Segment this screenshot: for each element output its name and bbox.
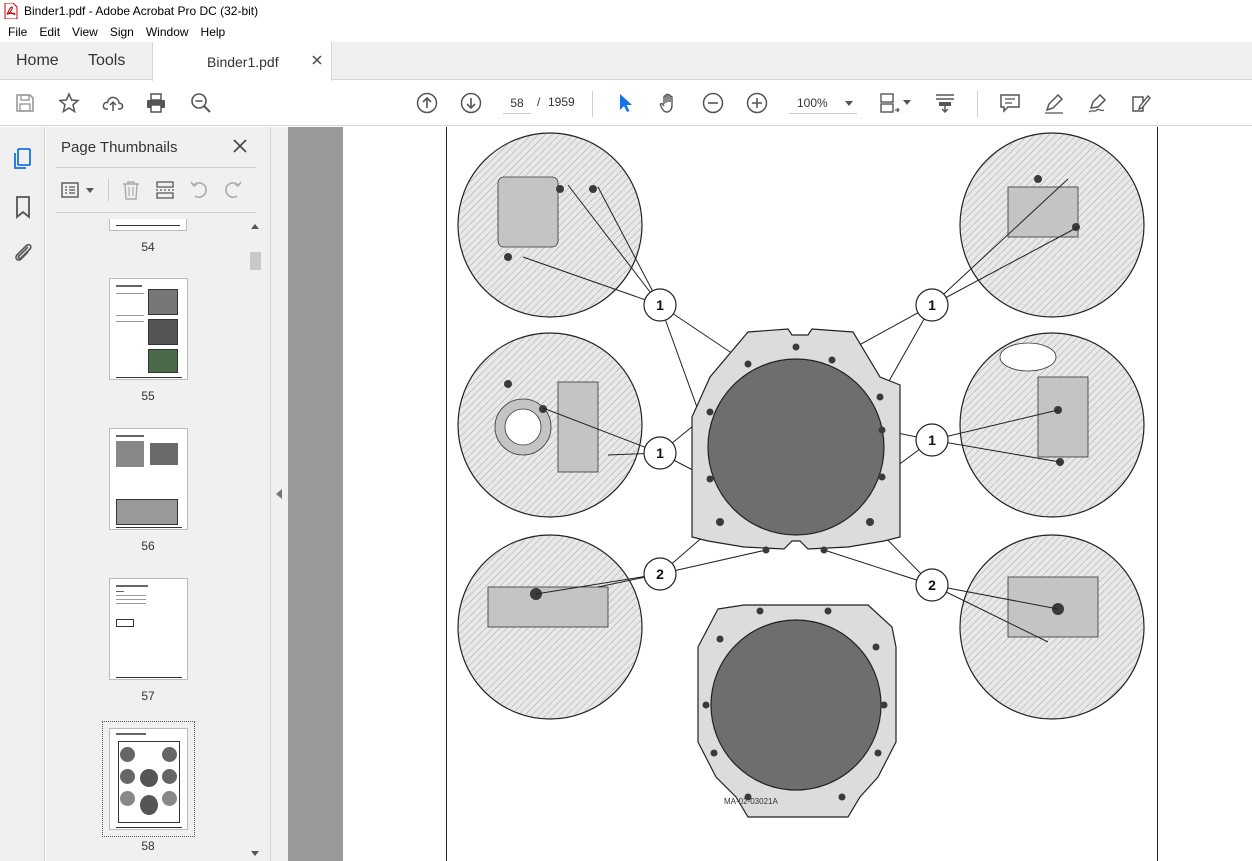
lower-bore-disc bbox=[710, 619, 882, 791]
panel-divider bbox=[56, 212, 256, 213]
sign-pen-icon[interactable] bbox=[1086, 91, 1110, 115]
tab-tools[interactable]: Tools bbox=[88, 42, 125, 80]
zoom-out-icon[interactable] bbox=[701, 91, 725, 115]
bore-disc bbox=[707, 358, 885, 536]
select-cursor-icon[interactable] bbox=[613, 91, 637, 115]
menu-file[interactable]: File bbox=[2, 25, 33, 39]
menu-view[interactable]: View bbox=[66, 25, 104, 39]
window-title: Binder1.pdf - Adobe Acrobat Pro DC (32-b… bbox=[24, 4, 259, 18]
page-thumbnails-icon[interactable] bbox=[11, 147, 35, 171]
close-tab-icon[interactable] bbox=[311, 54, 323, 66]
thumbnail-page-56[interactable] bbox=[109, 428, 188, 530]
chevron-down-icon[interactable] bbox=[903, 100, 911, 105]
previous-page-icon[interactable] bbox=[415, 91, 439, 115]
document-view[interactable]: 1 1 1 1 2 2 MA-02-03021A bbox=[288, 127, 1252, 861]
engine-figure: 1 1 1 1 2 2 MA-02-03021A bbox=[448, 127, 1156, 861]
thumbnail-page-58[interactable] bbox=[109, 728, 188, 830]
toolbar-divider bbox=[592, 91, 593, 117]
thumbnail-page-54[interactable] bbox=[109, 219, 187, 231]
tab-home[interactable]: Home bbox=[16, 42, 59, 80]
thumbnail-options-icon[interactable] bbox=[60, 179, 82, 201]
collapse-panel-icon[interactable] bbox=[276, 489, 282, 499]
insert-page-icon[interactable] bbox=[154, 179, 176, 201]
menu-sign[interactable]: Sign bbox=[104, 25, 140, 39]
page-border-left bbox=[446, 127, 447, 861]
total-pages: 1959 bbox=[548, 95, 575, 109]
page-thumbnails-panel: Page Thumbnails 54 55 56 57 58 bbox=[46, 127, 270, 861]
zoom-in-icon[interactable] bbox=[745, 91, 769, 115]
close-icon[interactable] bbox=[232, 138, 248, 154]
zoom-level-value: 100% bbox=[797, 96, 828, 110]
thumbnail-page-57[interactable] bbox=[109, 578, 188, 680]
thumbnail-label: 56 bbox=[141, 539, 155, 553]
exploded-diagram: 1 1 1 1 2 2 bbox=[457, 132, 1145, 818]
bookmark-star-icon[interactable] bbox=[57, 91, 81, 115]
tab-bar: Home Tools Binder1.pdf bbox=[0, 42, 1252, 81]
left-navigation-rail bbox=[0, 127, 45, 861]
menu-edit[interactable]: Edit bbox=[33, 25, 66, 39]
page-number-input[interactable]: 58 bbox=[503, 92, 531, 114]
fit-page-icon[interactable] bbox=[877, 91, 901, 115]
thumbnail-scrollbar[interactable] bbox=[247, 220, 263, 860]
rotate-counterclockwise-icon[interactable] bbox=[188, 179, 210, 201]
rotate-clockwise-icon[interactable] bbox=[222, 179, 244, 201]
callout-label: 2 bbox=[928, 577, 936, 593]
scroll-thumb[interactable] bbox=[250, 252, 261, 270]
thumbnail-label: 57 bbox=[141, 689, 155, 703]
thumbnail-label: 55 bbox=[141, 389, 155, 403]
page-separator: / bbox=[537, 95, 541, 109]
figure-code: MA-02-03021A bbox=[724, 797, 778, 806]
panel-tool-divider bbox=[108, 179, 109, 201]
previous-page-margin bbox=[343, 127, 446, 861]
save-icon[interactable] bbox=[13, 91, 37, 115]
menu-bar: File Edit View Sign Window Help bbox=[0, 22, 1252, 42]
tab-document[interactable]: Binder1.pdf bbox=[152, 42, 332, 81]
scroll-down-icon[interactable] bbox=[251, 851, 259, 856]
edit-document-icon[interactable] bbox=[1129, 91, 1153, 115]
panel-title: Page Thumbnails bbox=[61, 139, 178, 156]
thumbnail-label: 54 bbox=[141, 240, 155, 254]
bookmarks-icon[interactable] bbox=[11, 195, 35, 219]
hand-tool-icon[interactable] bbox=[657, 91, 681, 115]
title-bar: Binder1.pdf - Adobe Acrobat Pro DC (32-b… bbox=[0, 0, 1252, 22]
print-icon[interactable] bbox=[144, 91, 168, 115]
zoom-search-icon[interactable] bbox=[189, 91, 213, 115]
thumbnail-label: 58 bbox=[141, 839, 155, 853]
toolbar: 58 / 1959 100% bbox=[0, 81, 1252, 126]
callout-label: 1 bbox=[928, 297, 936, 313]
panel-divider bbox=[56, 167, 256, 168]
page-border-right bbox=[1157, 127, 1158, 861]
scroll-mode-icon[interactable] bbox=[933, 91, 957, 115]
viewer-background bbox=[288, 127, 343, 861]
scroll-up-icon[interactable] bbox=[251, 224, 259, 229]
callout-label: 1 bbox=[656, 445, 664, 461]
attachments-paperclip-icon[interactable] bbox=[11, 240, 35, 264]
callout-label: 1 bbox=[656, 297, 664, 313]
callout-label: 2 bbox=[656, 566, 664, 582]
highlight-pen-icon[interactable] bbox=[1042, 91, 1066, 115]
panel-splitter[interactable] bbox=[270, 127, 288, 861]
callout-label: 1 bbox=[928, 432, 936, 448]
next-page-icon[interactable] bbox=[459, 91, 483, 115]
toolbar-divider bbox=[977, 91, 978, 117]
delete-trash-icon[interactable] bbox=[120, 179, 142, 201]
comment-icon[interactable] bbox=[998, 91, 1022, 115]
chevron-down-icon bbox=[845, 101, 853, 106]
chevron-down-icon[interactable] bbox=[86, 188, 94, 193]
upload-cloud-icon[interactable] bbox=[101, 91, 125, 115]
zoom-level-select[interactable]: 100% bbox=[789, 92, 857, 114]
menu-window[interactable]: Window bbox=[140, 25, 195, 39]
acrobat-pdf-icon bbox=[4, 3, 18, 19]
menu-help[interactable]: Help bbox=[195, 25, 232, 39]
tab-document-label: Binder1.pdf bbox=[207, 53, 279, 70]
thumbnail-page-55[interactable] bbox=[109, 278, 188, 380]
